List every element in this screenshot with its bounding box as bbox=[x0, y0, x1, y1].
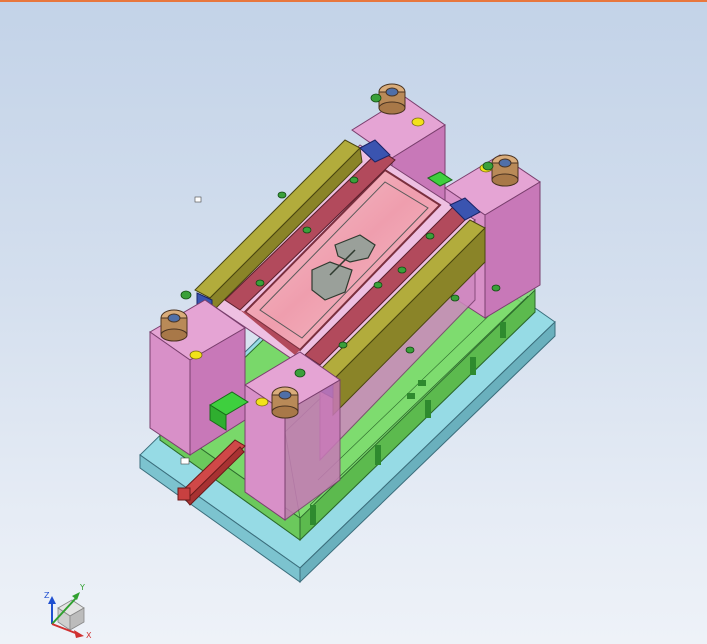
bushing-right bbox=[491, 154, 519, 187]
mould-model[interactable] bbox=[0, 0, 707, 644]
x-axis-label: X bbox=[86, 631, 92, 640]
3d-viewport[interactable]: Z Y X bbox=[0, 0, 707, 644]
orientation-triad[interactable]: Z Y X bbox=[40, 578, 100, 640]
bushing-left bbox=[160, 309, 188, 342]
bushing-front bbox=[271, 386, 299, 419]
y-axis-label: Y bbox=[79, 583, 85, 592]
bushing-back bbox=[378, 83, 406, 115]
z-axis-label: Z bbox=[44, 591, 50, 600]
